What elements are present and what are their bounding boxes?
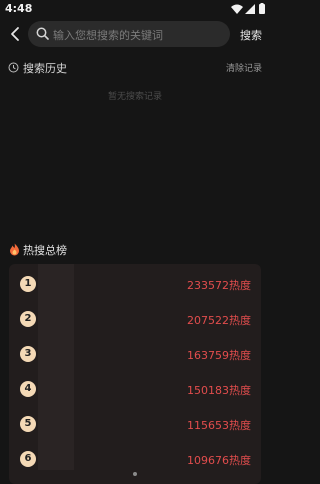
- hot-list-item[interactable]: 2 207522热度: [9, 307, 261, 335]
- search-history-header: 搜索历史 清除记录: [8, 60, 262, 76]
- heat-value: 207522热度: [187, 314, 251, 327]
- heat-value: 163759热度: [187, 349, 251, 362]
- battery-icon: [259, 3, 265, 14]
- signal-icon: [245, 4, 255, 14]
- hot-list-item[interactable]: 4 150183热度: [9, 377, 261, 405]
- search-button[interactable]: 搜索: [240, 27, 262, 43]
- search-placeholder: 输入您想搜索的关键词: [53, 29, 163, 42]
- status-bar: 4:48: [0, 0, 270, 18]
- search-bar-row: 输入您想搜索的关键词 搜索: [0, 20, 270, 48]
- rank-badge: 1: [20, 276, 36, 292]
- hot-list-item[interactable]: 1 233572热度: [9, 272, 261, 300]
- heat-value: 150183热度: [187, 384, 251, 397]
- search-input[interactable]: 输入您想搜索的关键词: [28, 21, 230, 47]
- rank-badge: 2: [20, 311, 36, 327]
- status-time: 4:48: [5, 2, 33, 15]
- heat-value: 233572热度: [187, 279, 251, 292]
- search-history-title: 搜索历史: [23, 62, 67, 75]
- rank-badge: 4: [20, 381, 36, 397]
- hot-list-title: 热搜总榜: [23, 244, 67, 257]
- search-icon: [36, 27, 49, 40]
- wifi-icon: [231, 4, 243, 14]
- rank-badge: 3: [20, 346, 36, 362]
- hot-list-item[interactable]: 5 115653热度: [9, 412, 261, 440]
- back-button[interactable]: [6, 24, 24, 44]
- fire-icon: [10, 243, 19, 256]
- clear-history-button[interactable]: 清除记录: [226, 61, 262, 74]
- history-empty-text: 暂无搜索记录: [107, 92, 162, 102]
- heat-value: 115653热度: [187, 419, 251, 432]
- back-arrow-icon: [11, 27, 19, 41]
- hot-list-panel: 1 233572热度 2 207522热度 3 163759热度 4 15018…: [9, 264, 261, 484]
- hot-list-item[interactable]: 6 109676热度: [9, 447, 261, 475]
- heat-value: 109676热度: [187, 454, 251, 467]
- rank-badge: 6: [20, 451, 36, 467]
- scroll-indicator: [133, 472, 137, 476]
- hot-list-item[interactable]: 3 163759热度: [9, 342, 261, 370]
- status-icons: [230, 3, 266, 15]
- rank-badge: 5: [20, 416, 36, 432]
- clock-icon: [8, 62, 19, 73]
